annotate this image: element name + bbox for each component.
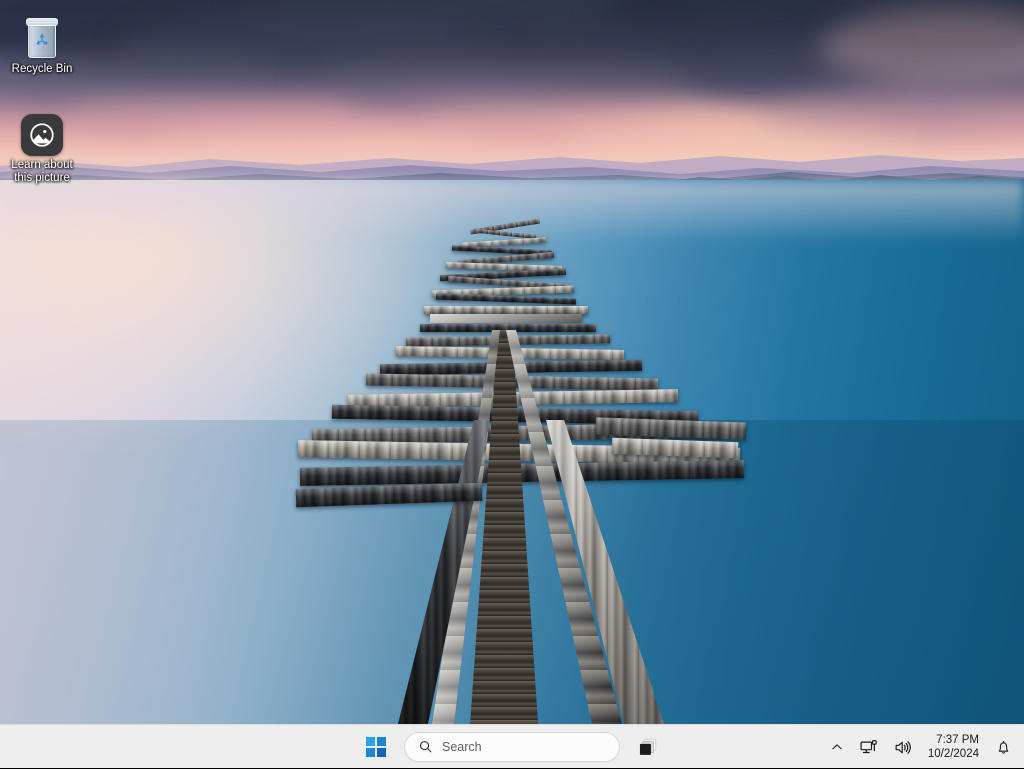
photo-circle-icon [30,123,54,147]
bell-icon [998,740,1009,754]
search-box[interactable]: Search [404,731,620,762]
system-tray: 7:37 PM 10/2/2024 [824,725,1018,769]
pier [0,0,1024,724]
notifications-button[interactable] [989,730,1018,764]
clock[interactable]: 7:37 PM 10/2/2024 [921,730,986,764]
speaker-icon [895,740,911,754]
show-hidden-icons-button[interactable] [824,730,850,764]
desktop-icon-learn-about-this-picture[interactable]: Learn about this picture [2,104,82,185]
pier-plank [424,306,588,314]
start-button[interactable] [358,729,394,765]
wallpaper [0,0,1024,724]
network-button[interactable] [853,730,884,764]
volume-button[interactable] [887,730,918,764]
desktop-icon-label: Learn about this picture [11,159,73,184]
desktop-icon-label: Recycle Bin [11,63,73,75]
desktop-icon-recycle-bin[interactable]: Recycle Bin [2,8,82,76]
pier-rail [430,314,582,323]
recycle-bin-icon [2,8,82,60]
pier-plank [435,293,577,305]
desktop[interactable]: Recycle Bin Learn about this picture [0,0,1024,724]
network-icon [860,739,877,753]
clock-date: 10/2/2024 [927,748,979,760]
chevron-up-icon [832,744,842,750]
search-placeholder: Search [442,739,482,754]
windows-logo-icon [366,736,386,757]
search-icon [419,740,432,753]
task-view-button[interactable] [630,729,666,765]
recycle-symbol-icon [36,33,48,45]
taskbar[interactable]: Search 7:37 PM 10/2/2024 [0,724,1024,768]
clock-time: 7:37 PM [936,734,979,746]
picture-info-icon [2,104,82,156]
task-view-icon [639,738,657,755]
